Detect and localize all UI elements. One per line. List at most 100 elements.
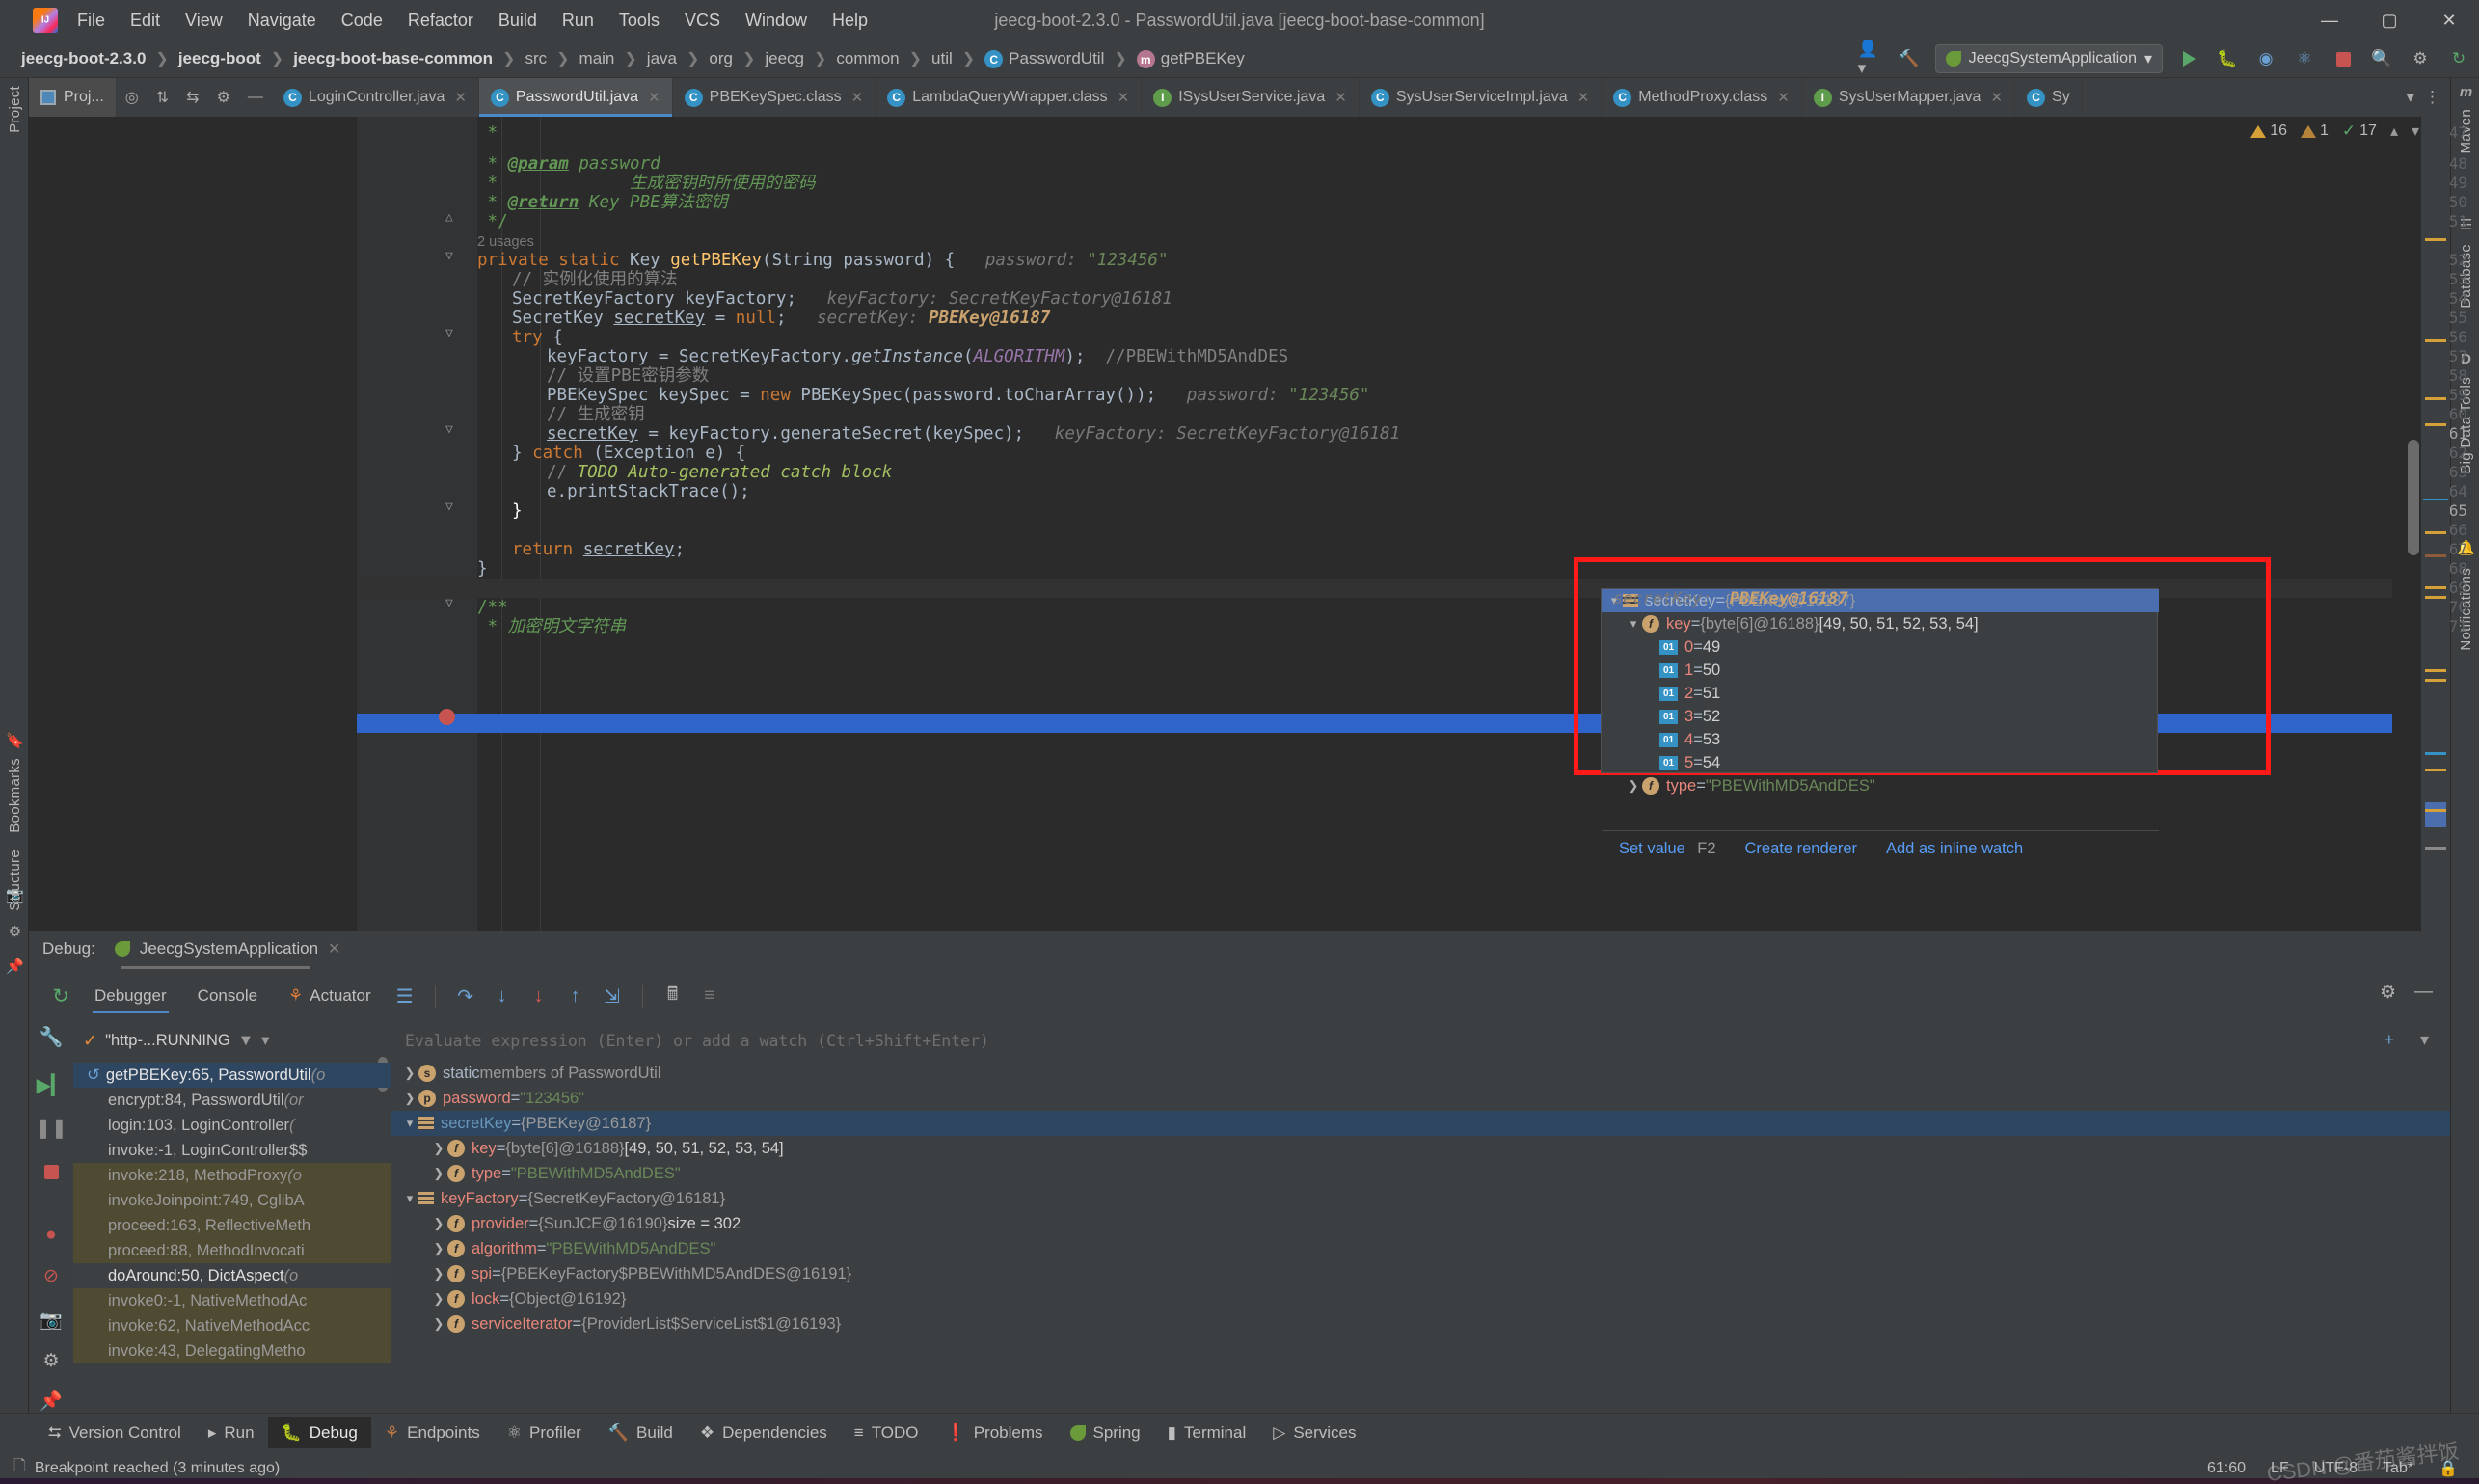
chevron-right-icon[interactable]: ❯ bbox=[430, 1216, 447, 1231]
chevron-down-icon[interactable]: ▾ bbox=[401, 1191, 418, 1206]
resume-program-icon[interactable]: ▶▎ bbox=[37, 1072, 67, 1097]
var-row-spi[interactable]: ❯ f spi = {PBEKeyFactory$PBEWithMD5AndDE… bbox=[391, 1261, 2450, 1286]
var-row-password[interactable]: ❯ p password = "123456" bbox=[391, 1086, 2450, 1111]
sidebar-item-bookmarks[interactable]: Bookmarks bbox=[7, 758, 23, 833]
warnings-count[interactable]: 16 bbox=[2250, 122, 2287, 140]
thread-view-icon[interactable]: ≡ bbox=[696, 984, 723, 1009]
warning-marker[interactable] bbox=[2425, 339, 2446, 342]
typos-count[interactable]: ✓ 17 bbox=[2342, 121, 2377, 141]
fold-marker-icon[interactable]: △ bbox=[445, 210, 453, 225]
menu-vcs[interactable]: VCS bbox=[683, 9, 722, 33]
fold-marker-icon[interactable]: ▽ bbox=[445, 249, 453, 263]
var-row-type[interactable]: ❯ f type = "PBEWithMD5AndDES" bbox=[391, 1161, 2450, 1186]
file-encoding[interactable]: UTF-8 bbox=[2314, 1460, 2358, 1477]
frame-row[interactable]: ↺ getPBEKey:65, PasswordUtil (o bbox=[73, 1063, 391, 1088]
tab-password-util[interactable]: C PasswordUtil.java ✕ bbox=[478, 78, 673, 117]
line-separator[interactable]: LF bbox=[2271, 1460, 2289, 1477]
expand-all-icon[interactable]: ⇅ bbox=[148, 78, 177, 117]
structure-gear-icon[interactable]: ⚙ bbox=[6, 923, 24, 941]
breadcrumb-item-6[interactable]: org bbox=[703, 48, 739, 69]
chevron-down-icon[interactable]: ▾ bbox=[2412, 121, 2419, 141]
close-button[interactable]: ✕ bbox=[2419, 0, 2479, 40]
chevron-down-icon[interactable]: ▾ bbox=[1625, 616, 1642, 632]
chevron-up-icon[interactable]: ▴ bbox=[2390, 121, 2398, 141]
var-row-lock[interactable]: ❯ f lock = {Object@16192} bbox=[391, 1286, 2450, 1311]
filter-icon[interactable]: ▼ bbox=[238, 1032, 254, 1050]
collapse-all-icon[interactable]: ⇆ bbox=[177, 78, 207, 117]
search-icon[interactable]: 🔍 bbox=[2369, 46, 2394, 71]
menu-run[interactable]: Run bbox=[560, 9, 596, 33]
debug-icon[interactable]: 🐛 bbox=[2215, 46, 2240, 71]
warning-marker[interactable] bbox=[2425, 679, 2446, 682]
close-icon[interactable]: ✕ bbox=[328, 939, 340, 958]
warning-marker[interactable] bbox=[2425, 586, 2446, 589]
warning-marker[interactable] bbox=[2425, 397, 2446, 400]
tab-lambda-query-wrapper[interactable]: C LambdaQueryWrapper.class ✕ bbox=[876, 78, 1143, 117]
sidebar-item-project[interactable]: Project bbox=[7, 86, 23, 133]
var-row-provider[interactable]: ❯ f provider = {SunJCE@16190} size = 302 bbox=[391, 1211, 2450, 1236]
popup-row-byte-0[interactable]: 01 0 = 49 bbox=[1602, 635, 2159, 659]
chevron-right-icon[interactable]: ❯ bbox=[401, 1091, 418, 1106]
breadcrumb-item-5[interactable]: java bbox=[641, 48, 683, 69]
set-value-action[interactable]: Set value F2 bbox=[1619, 840, 1716, 858]
project-tool-button[interactable]: Proj... bbox=[29, 78, 117, 117]
close-icon[interactable]: ✕ bbox=[454, 89, 467, 106]
step-over-icon[interactable]: ↷ bbox=[452, 984, 479, 1009]
project-settings-gear-icon[interactable]: ⚙ bbox=[208, 78, 239, 117]
warning-marker[interactable] bbox=[2425, 769, 2446, 771]
info-marker[interactable] bbox=[2425, 752, 2446, 755]
menu-navigate[interactable]: Navigate bbox=[246, 9, 318, 33]
breadcrumb-item-2[interactable]: jeecg-boot-base-common bbox=[287, 48, 498, 69]
close-icon[interactable]: ✕ bbox=[1334, 89, 1347, 106]
step-out-icon[interactable]: ↑ bbox=[562, 984, 589, 1009]
sidebar-item-structure[interactable]: Structure bbox=[7, 850, 23, 911]
menu-file[interactable]: File bbox=[75, 9, 107, 33]
run-configuration-selector[interactable]: JeecgSystemApplication ▾ bbox=[1934, 44, 2163, 73]
warning-marker[interactable] bbox=[2425, 809, 2446, 812]
breadcrumb-item-1[interactable]: jeecg-boot bbox=[173, 48, 267, 69]
tab-actuator[interactable]: ⚘ Actuator bbox=[273, 986, 387, 1006]
chevron-down-icon[interactable]: ▾ bbox=[261, 1031, 269, 1050]
frame-row[interactable]: proceed:88, MethodInvocati bbox=[73, 1238, 391, 1263]
tool-profiler[interactable]: ⚛ Profiler bbox=[494, 1417, 595, 1448]
chevron-right-icon[interactable]: ❯ bbox=[430, 1316, 447, 1332]
bookmarks-icon[interactable]: 🔖 bbox=[6, 732, 24, 750]
tool-endpoints[interactable]: ⚘ Endpoints bbox=[371, 1417, 494, 1448]
lock-icon[interactable]: 🔒 bbox=[2439, 1459, 2458, 1478]
evaluate-expression-input[interactable]: Evaluate expression (Enter) or add a wat… bbox=[391, 1024, 2450, 1057]
indent-setting[interactable]: Tab* bbox=[2383, 1460, 2413, 1477]
chevron-right-icon[interactable]: ❯ bbox=[1625, 778, 1642, 794]
profiler-icon[interactable]: ⚛ bbox=[2292, 46, 2317, 71]
caret-marker[interactable] bbox=[2425, 802, 2446, 827]
warning-marker[interactable] bbox=[2425, 423, 2446, 426]
tool-debug[interactable]: 🐛 Debug bbox=[267, 1417, 371, 1448]
breadcrumb-item-9[interactable]: util bbox=[926, 48, 958, 69]
popup-row-key[interactable]: ▾ f key = {byte[6]@16188} [49, 50, 51, 5… bbox=[1602, 612, 2159, 635]
thread-selector[interactable]: ✓ "http-...RUNNING ▼ ▾ bbox=[73, 1024, 391, 1057]
hammer-icon[interactable]: 🔨 bbox=[1897, 46, 1922, 71]
minimize-button[interactable]: — bbox=[2300, 0, 2359, 40]
pause-program-icon[interactable]: ❚❚ bbox=[35, 1115, 67, 1140]
evaluate-expression-icon[interactable]: 🖩 bbox=[660, 984, 687, 1009]
frame-row[interactable]: invokeJoinpoint:749, CglibA bbox=[73, 1188, 391, 1213]
run-to-cursor-icon[interactable]: ⇲ bbox=[599, 984, 626, 1009]
add-watch-icon[interactable]: + bbox=[2384, 1030, 2394, 1050]
breadcrumb-item-7[interactable]: jeecg bbox=[759, 48, 810, 69]
tool-dependencies[interactable]: ❖ Dependencies bbox=[687, 1417, 841, 1448]
pin-icon[interactable]: 📌 bbox=[6, 958, 24, 976]
mute-breakpoints-icon[interactable]: ⊘ bbox=[39, 1263, 64, 1288]
chevron-right-icon[interactable]: ❯ bbox=[430, 1241, 447, 1256]
locate-icon[interactable]: ◎ bbox=[117, 78, 148, 117]
tool-version-control[interactable]: ⮀ Version Control bbox=[35, 1417, 195, 1448]
chevron-right-icon[interactable]: ❯ bbox=[401, 1066, 418, 1081]
var-row-key[interactable]: ❯ f key = {byte[6]@16188} [49, 50, 51, 5… bbox=[391, 1136, 2450, 1161]
hide-panel-icon[interactable]: — bbox=[239, 78, 272, 117]
breadcrumb-item-11[interactable]: m getPBEKey bbox=[1131, 48, 1251, 70]
coverage-icon[interactable]: ◉ bbox=[2253, 46, 2278, 71]
menu-edit[interactable]: Edit bbox=[128, 9, 162, 33]
chevron-right-icon[interactable]: ❯ bbox=[430, 1291, 447, 1307]
editor-gutter[interactable] bbox=[357, 117, 477, 931]
warning-marker[interactable] bbox=[2425, 596, 2446, 599]
menu-tools[interactable]: Tools bbox=[617, 9, 661, 33]
fold-marker-icon[interactable]: ▽ bbox=[445, 326, 453, 340]
